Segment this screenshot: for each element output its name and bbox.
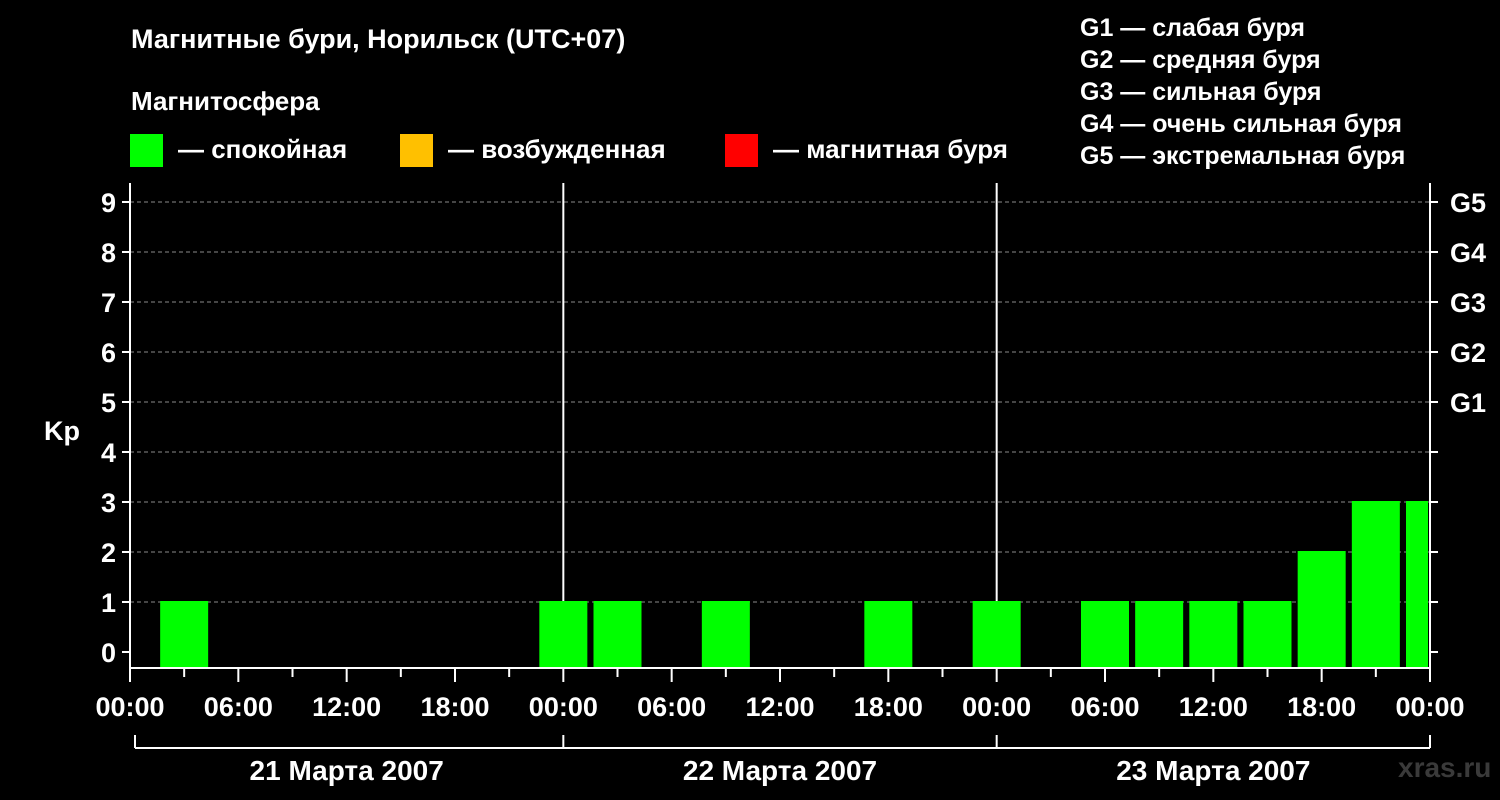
x-tick-label: 06:00 — [204, 692, 273, 722]
day-label: 22 Марта 2007 — [683, 755, 877, 786]
kp-bar — [539, 601, 588, 668]
y-tick-label: 6 — [101, 338, 116, 368]
x-tick-label: 12:00 — [1179, 692, 1248, 722]
g-scale-label: G3 — [1450, 288, 1486, 318]
x-tick-label: 00:00 — [95, 692, 164, 722]
kp-bar — [972, 601, 1021, 668]
y-tick-label: 3 — [101, 488, 116, 518]
day-label: 21 Марта 2007 — [250, 755, 444, 786]
x-tick-label: 18:00 — [1287, 692, 1356, 722]
g-scale-label: G5 — [1450, 188, 1486, 218]
y-tick-label: 7 — [101, 288, 116, 318]
kp-bar — [701, 601, 750, 668]
y-axis-label: Kp — [44, 416, 80, 446]
y-tick-label: 8 — [101, 238, 116, 268]
y-tick-label: 2 — [101, 538, 116, 568]
y-tick-label: 5 — [101, 388, 116, 418]
watermark: xras.ru — [1398, 752, 1492, 783]
kp-bar — [1081, 601, 1129, 668]
kp-bar — [1351, 501, 1400, 668]
x-tick-label: 18:00 — [420, 692, 489, 722]
y-tick-label: 9 — [101, 188, 116, 218]
g-scale-label: G2 — [1450, 338, 1486, 368]
kp-chart: 0 1 2 3 4 5 6 7 8 9 Kp G1 G2 G3 G4 G5 00:00 06:00 12:00 18:… — [44, 183, 1486, 786]
kp-bar — [160, 601, 209, 668]
y-tick-label: 4 — [101, 438, 116, 468]
x-tick-label: 12:00 — [745, 692, 814, 722]
kp-bar — [864, 601, 913, 668]
x-tick-label: 18:00 — [854, 692, 923, 722]
y-tick-label: 1 — [101, 588, 116, 618]
x-tick-label: 00:00 — [962, 692, 1031, 722]
x-tick-label: 12:00 — [312, 692, 381, 722]
kp-bar — [1243, 601, 1292, 668]
y-tick-label: 0 — [101, 638, 116, 668]
kp-bar — [1189, 601, 1238, 668]
kp-bar — [1297, 551, 1346, 668]
kp-bar — [1135, 601, 1184, 668]
g-scale-label: G1 — [1450, 388, 1486, 418]
g-scale-label: G4 — [1450, 238, 1486, 268]
x-tick-label: 06:00 — [1070, 692, 1139, 722]
x-tick-label: 00:00 — [529, 692, 598, 722]
day-label: 23 Марта 2007 — [1116, 755, 1310, 786]
kp-bar — [593, 601, 642, 668]
kp-bar — [1406, 501, 1428, 668]
x-tick-label: 06:00 — [637, 692, 706, 722]
x-tick-label: 00:00 — [1395, 692, 1464, 722]
